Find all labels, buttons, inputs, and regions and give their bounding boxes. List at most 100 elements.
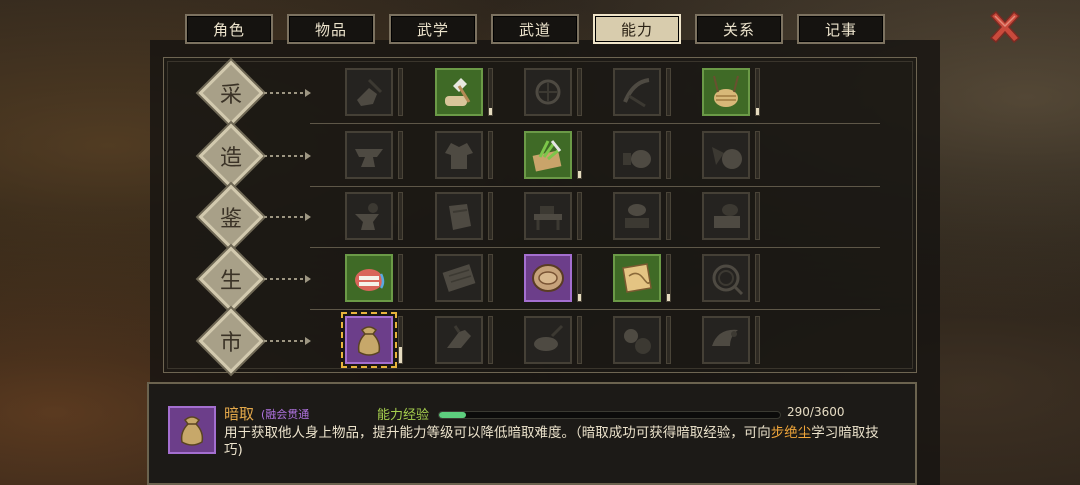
- ability-level-bar: [666, 131, 671, 179]
- tab-martial-path[interactable]: 武道: [491, 14, 579, 44]
- close-icon[interactable]: [986, 8, 1024, 46]
- ability-level-bar: [488, 192, 493, 240]
- connector-dots: [264, 278, 306, 280]
- rouge-box-icon: [532, 264, 564, 292]
- ability-level-bar: [577, 316, 582, 364]
- ability-level-fill: [578, 171, 581, 178]
- tab-abilities[interactable]: 能力: [593, 14, 681, 44]
- category-label: 市: [219, 331, 242, 356]
- ability-slot[interactable]: [524, 131, 572, 179]
- horn-icon: [712, 329, 738, 346]
- tab-journal[interactable]: 记事: [797, 14, 885, 44]
- appraise-cloth-icon: [449, 204, 471, 230]
- ability-slot[interactable]: [613, 68, 661, 116]
- ability-slot[interactable]: [702, 131, 750, 179]
- ability-slot[interactable]: [524, 316, 572, 364]
- ability-slot[interactable]: [435, 68, 483, 116]
- ability-slot[interactable]: [613, 316, 661, 364]
- garment-icon: [445, 143, 473, 169]
- ability-level-bar: [755, 192, 760, 240]
- appraise-scroll-icon: [714, 204, 740, 228]
- ability-level-bar: [666, 316, 671, 364]
- ability-level-bar: [666, 192, 671, 240]
- ability-slot[interactable]: [435, 131, 483, 179]
- whip-coil-icon: [712, 264, 744, 296]
- category-label: 鉴: [219, 207, 242, 232]
- ability-slot[interactable]: [702, 316, 750, 364]
- npc-name-link[interactable]: 步绝尘: [771, 425, 812, 441]
- row-divider: [310, 247, 880, 248]
- appraise-anvil-icon: [355, 203, 379, 230]
- ability-slot[interactable]: [702, 192, 750, 240]
- row-divider: [310, 309, 880, 310]
- ability-level-bar: [755, 316, 760, 364]
- ability-level-fill: [756, 108, 759, 115]
- ability-level-bar: [488, 316, 493, 364]
- xp-bar: [438, 411, 781, 419]
- ability-slot[interactable]: [524, 68, 572, 116]
- money-pouch-icon: [357, 326, 381, 356]
- connector-dots: [264, 155, 306, 157]
- ability-slot[interactable]: [613, 131, 661, 179]
- tab-relations[interactable]: 关系: [695, 14, 783, 44]
- ability-level-bar: [755, 254, 760, 302]
- herb-cutting-icon: [532, 140, 562, 172]
- connector-arrow: [305, 337, 311, 345]
- ability-slot[interactable]: [524, 254, 572, 302]
- connector-dots: [264, 340, 306, 342]
- connector-dots: [264, 216, 306, 218]
- mouth-eloquence-icon: [355, 269, 385, 291]
- detail-skill-icon: [168, 406, 216, 454]
- ability-slot[interactable]: [613, 192, 661, 240]
- ability-slot[interactable]: [702, 68, 750, 116]
- ability-slot[interactable]: [341, 312, 397, 368]
- skill-grade: (融会贯通: [261, 408, 310, 421]
- sickle-icon: [623, 78, 650, 108]
- row-divider: [310, 123, 880, 124]
- connector-arrow: [305, 89, 311, 97]
- ability-slot[interactable]: [435, 254, 483, 302]
- ability-level-bar: [577, 254, 582, 302]
- category-label: 采: [219, 83, 242, 108]
- ability-slot[interactable]: [524, 192, 572, 240]
- gear-mechanism-icon: [624, 329, 651, 354]
- ability-level-fill: [667, 294, 670, 301]
- xp-bar-fill: [439, 412, 467, 418]
- ability-slot[interactable]: [345, 68, 393, 116]
- ability-level-bar: [755, 131, 760, 179]
- ability-slot[interactable]: [435, 192, 483, 240]
- tablet-icon: [442, 264, 476, 292]
- xp-value: 290/3600: [787, 405, 845, 419]
- ability-level-bar: [488, 68, 493, 116]
- category-label: 生: [219, 269, 242, 294]
- connector-arrow: [305, 275, 311, 283]
- tab-martial-arts[interactable]: 武学: [389, 14, 477, 44]
- ability-level-fill: [489, 108, 492, 115]
- ability-slot[interactable]: [345, 254, 393, 302]
- woodcutting-axe-icon: [445, 78, 471, 106]
- hand-steal-icon: [447, 325, 471, 348]
- anvil-icon: [355, 149, 383, 167]
- category-label: 造: [219, 146, 242, 171]
- ability-level-bar: [398, 254, 403, 302]
- connector-arrow: [305, 213, 311, 221]
- ability-slot[interactable]: [613, 254, 661, 302]
- ability-level-bar: [398, 131, 403, 179]
- ability-level-bar: [666, 68, 671, 116]
- ability-slot[interactable]: [702, 254, 750, 302]
- crafting-tools-icon: [712, 147, 742, 169]
- ability-slot[interactable]: [435, 316, 483, 364]
- ability-slot[interactable]: [345, 192, 393, 240]
- tab-items[interactable]: 物品: [287, 14, 375, 44]
- ability-level-bar: [488, 131, 493, 179]
- ability-level-bar: [577, 68, 582, 116]
- tab-bar: 角色 物品 武学 武道 能力 关系 记事: [185, 14, 885, 44]
- ability-level-fill: [578, 294, 581, 301]
- bowl-ladle-icon: [534, 324, 564, 351]
- tab-character[interactable]: 角色: [185, 14, 273, 44]
- connector-arrow: [305, 152, 311, 160]
- herb-basket-icon: [713, 75, 739, 107]
- skill-name: 暗取: [224, 405, 255, 423]
- ability-slot[interactable]: [345, 131, 393, 179]
- row-divider: [310, 186, 880, 187]
